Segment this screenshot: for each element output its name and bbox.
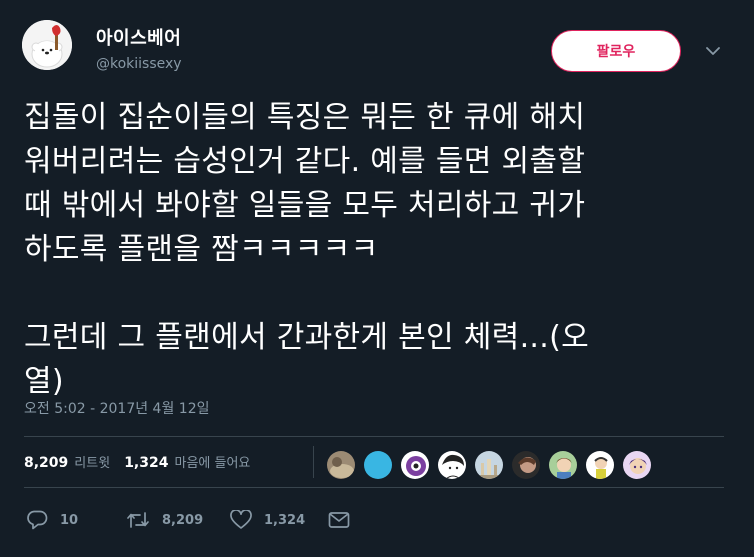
- tweet-stats: 8,209 리트윗 1,324 마음에 들어요: [24, 452, 264, 471]
- tweet-text: 집돌이 집순이들의 특징은 뭐든 한 큐에 해치 워버리려는 습성인거 같다. …: [24, 100, 589, 399]
- like-stat-count: 1,324: [124, 455, 169, 471]
- retweet-count: 8,209: [162, 512, 204, 528]
- tweet-actions: 10 8,209 1,324: [26, 510, 350, 530]
- like-button[interactable]: 1,324: [230, 510, 328, 530]
- tweet-card: 아이스베어 @kokiissexy 팔로우 집돌이 집순이들의 특징은 뭐든 한…: [0, 0, 754, 557]
- divider-bottom: [24, 487, 724, 488]
- chevron-down-icon: [706, 46, 720, 55]
- divider-top: [24, 436, 724, 437]
- liker-avatar[interactable]: [400, 450, 430, 480]
- mail-icon: [328, 512, 350, 528]
- author-handle[interactable]: @kokiissexy: [96, 56, 182, 72]
- liker-avatar[interactable]: [437, 450, 467, 480]
- reply-button[interactable]: 10: [26, 510, 126, 530]
- like-stat-label: 마음에 들어요: [174, 456, 251, 471]
- reply-count: 10: [60, 512, 79, 528]
- more-options-button[interactable]: [702, 40, 724, 62]
- liker-avatar[interactable]: [622, 450, 652, 480]
- stats-separator: [313, 446, 314, 478]
- liker-avatar[interactable]: [363, 450, 393, 480]
- retweet-button[interactable]: 8,209: [126, 511, 230, 529]
- like-stat[interactable]: 1,324 마음에 들어요: [124, 452, 250, 471]
- tweet-timestamp[interactable]: 오전 5:02 - 2017년 4월 12일: [24, 398, 210, 418]
- like-count: 1,324: [264, 512, 306, 528]
- liker-avatar[interactable]: [326, 450, 356, 480]
- liker-avatar[interactable]: [511, 450, 541, 480]
- liker-avatar[interactable]: [548, 450, 578, 480]
- retweet-icon: [127, 512, 149, 528]
- direct-message-button[interactable]: [328, 511, 350, 529]
- retweet-stat[interactable]: 8,209 리트윗: [24, 452, 110, 471]
- liker-avatar[interactable]: [585, 450, 615, 480]
- liker-avatars: [326, 450, 652, 480]
- heart-icon: [230, 510, 252, 529]
- reply-icon: [27, 510, 48, 530]
- retweet-stat-count: 8,209: [24, 455, 69, 471]
- retweet-stat-label: 리트윗: [74, 456, 111, 471]
- author-display-name[interactable]: 아이스베어: [96, 24, 181, 50]
- author-avatar[interactable]: [22, 20, 72, 70]
- liker-avatar[interactable]: [474, 450, 504, 480]
- follow-button[interactable]: 팔로우: [551, 30, 681, 72]
